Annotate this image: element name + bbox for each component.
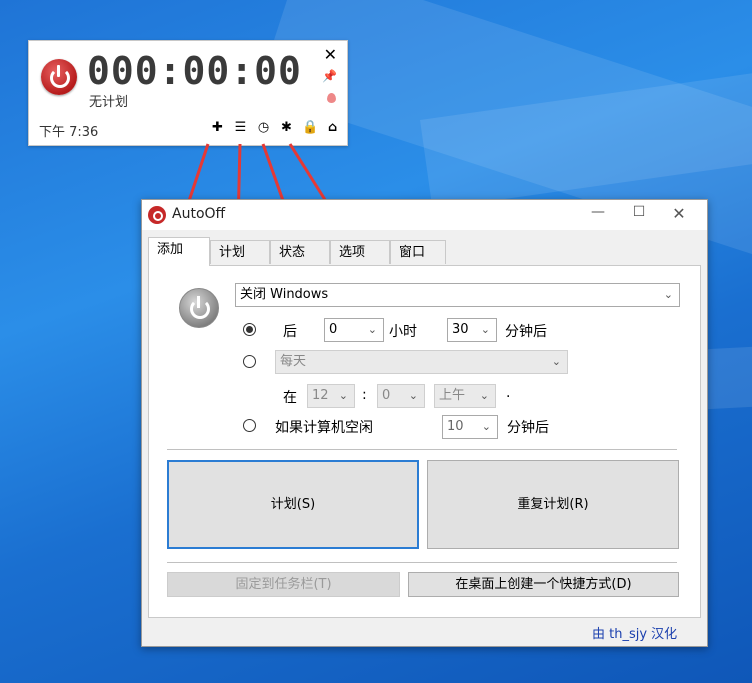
app-icon	[148, 206, 166, 224]
hours-value: 0	[329, 322, 338, 337]
window-title: AutoOff	[172, 206, 226, 222]
hours-select[interactable]: 0 ⌄	[324, 318, 384, 342]
chevron-down-icon: ⌄	[663, 288, 673, 301]
radio-idle[interactable]	[243, 419, 256, 432]
idle-label: 如果计算机空闲	[275, 420, 373, 436]
plan-button[interactable]: 计划(S)	[167, 460, 419, 549]
pin-to-taskbar-button[interactable]: 固定到任务栏(T)	[167, 572, 400, 597]
time-colon: :	[362, 387, 367, 403]
autooff-window: AutoOff — ☐ ✕ 添加 计划 状态 选项 窗口 关闭 Windows …	[141, 199, 708, 647]
minute-value: 0	[382, 388, 391, 403]
minute-select[interactable]: 0 ⌄	[377, 384, 425, 408]
tab-options[interactable]: 选项	[330, 240, 390, 264]
action-select[interactable]: 关闭 Windows ⌄	[235, 283, 680, 307]
tab-add[interactable]: 添加	[148, 237, 210, 266]
tab-status[interactable]: 状态	[270, 240, 330, 264]
chevron-down-icon: ⌄	[479, 389, 489, 402]
radio-after[interactable]	[243, 323, 256, 336]
credit-link[interactable]: 由 th_sjy 汉化	[592, 623, 677, 642]
power-icon	[179, 288, 219, 328]
tab-plan[interactable]: 计划	[210, 240, 270, 264]
add-panel: 关闭 Windows ⌄ 后 0 ⌄ 小时 30 ⌄ 分钟后 每天 ⌄ 在 12…	[148, 265, 701, 618]
chevron-down-icon: ⌄	[480, 323, 490, 336]
action-value: 关闭 Windows	[240, 287, 329, 302]
ampm-select[interactable]: 上午 ⌄	[434, 384, 496, 408]
minutes-unit: 分钟后	[505, 324, 547, 340]
ampm-value: 上午	[439, 388, 466, 403]
hour-value: 12	[312, 388, 329, 403]
idle-minutes-value: 10	[447, 419, 464, 434]
idle-unit: 分钟后	[507, 420, 549, 436]
frequency-select[interactable]: 每天 ⌄	[275, 350, 568, 374]
create-shortcut-button[interactable]: 在桌面上创建一个快捷方式(D)	[408, 572, 679, 597]
minutes-select[interactable]: 30 ⌄	[447, 318, 497, 342]
chevron-down-icon: ⌄	[338, 389, 348, 402]
at-label: 在	[283, 390, 297, 406]
chevron-down-icon: ⌄	[481, 420, 491, 433]
row-dot: .	[506, 385, 511, 401]
chevron-down-icon: ⌄	[551, 355, 561, 368]
chevron-down-icon: ⌄	[367, 323, 377, 336]
idle-minutes-select[interactable]: 10 ⌄	[442, 415, 498, 439]
minutes-value: 30	[452, 322, 469, 337]
hour-select[interactable]: 12 ⌄	[307, 384, 355, 408]
divider	[167, 449, 677, 450]
radio-daily[interactable]	[243, 355, 256, 368]
divider	[167, 562, 677, 563]
hours-unit: 小时	[389, 324, 417, 340]
close-button[interactable]: ✕	[664, 204, 694, 226]
repeat-plan-button[interactable]: 重复计划(R)	[427, 460, 679, 549]
title-bar[interactable]: AutoOff — ☐ ✕	[142, 200, 707, 230]
after-label: 后	[283, 324, 297, 340]
tab-window[interactable]: 窗口	[390, 240, 446, 264]
minimize-button[interactable]: —	[583, 204, 613, 226]
maximize-button[interactable]: ☐	[624, 204, 654, 226]
frequency-value: 每天	[280, 354, 307, 369]
chevron-down-icon: ⌄	[408, 389, 418, 402]
